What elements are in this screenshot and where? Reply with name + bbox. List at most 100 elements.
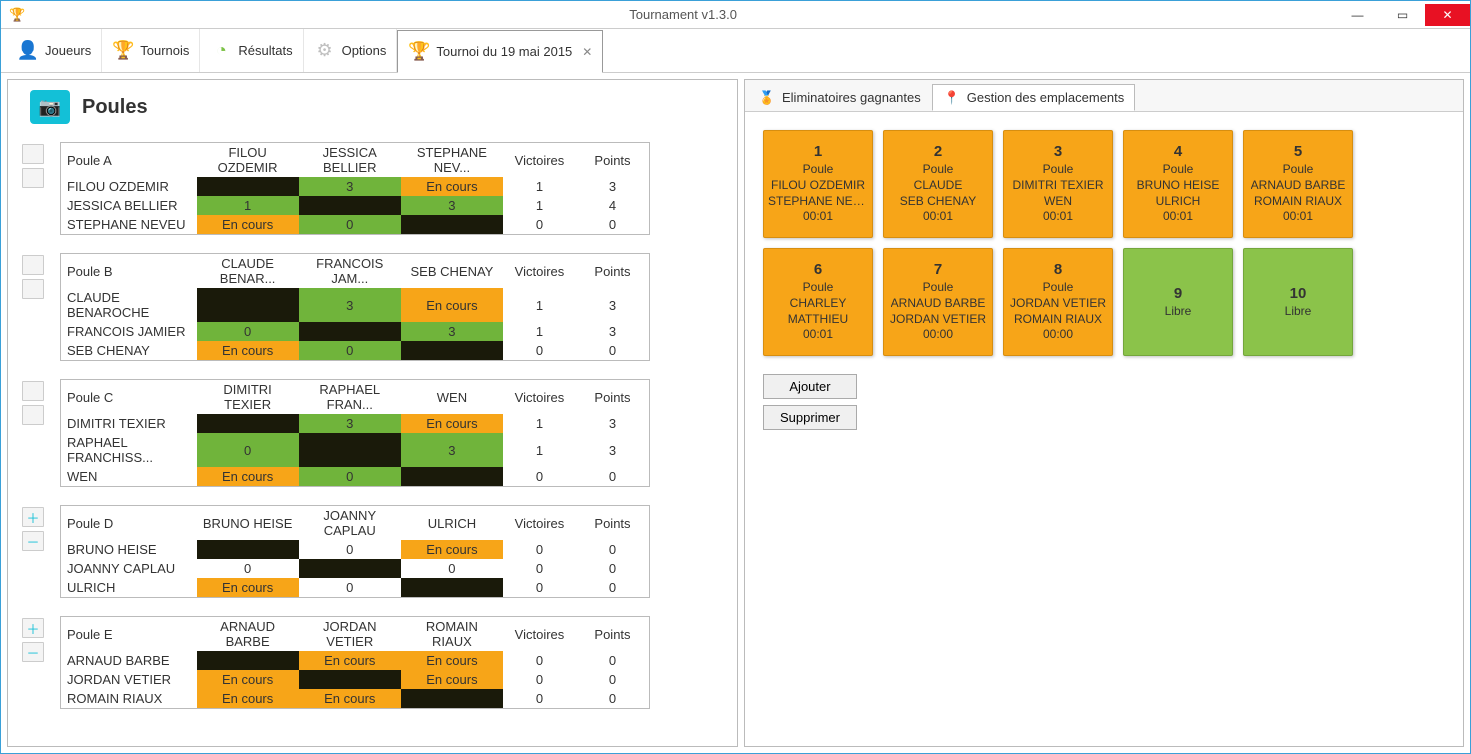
slot-5[interactable]: 5 Poule ARNAUD BARBE ROMAIN RIAUX 00:01 [1243, 130, 1353, 238]
slot-2[interactable]: 2 Poule CLAUDE SEB CHENAY 00:01 [883, 130, 993, 238]
pie-icon: ◔ [210, 40, 232, 62]
score-cell[interactable]: En cours [197, 341, 299, 360]
col-header: FRANCOIS JAM... [299, 254, 401, 288]
main-tab-label: Joueurs [45, 43, 91, 58]
score-cell[interactable]: 0 [299, 341, 401, 360]
victories: 0 [503, 341, 576, 360]
score-cell[interactable] [299, 559, 401, 578]
score-cell[interactable]: 3 [299, 177, 401, 196]
score-cell[interactable] [197, 177, 299, 196]
maximize-button[interactable]: ▭ [1380, 4, 1425, 26]
slot-number: 4 [1174, 143, 1182, 160]
score-cell[interactable]: 0 [197, 322, 299, 341]
player-name: SEB CHENAY [61, 341, 197, 360]
score-cell[interactable]: 3 [401, 196, 503, 215]
side-button[interactable] [22, 381, 44, 401]
score-cell[interactable] [401, 689, 503, 708]
score-cell[interactable]: 0 [299, 467, 401, 486]
score-cell[interactable]: En cours [299, 651, 401, 670]
slot-9[interactable]: 9Libre [1123, 248, 1233, 356]
remove-row-button[interactable]: － [22, 642, 44, 662]
slot-10[interactable]: 10Libre [1243, 248, 1353, 356]
add-slot-button[interactable]: Ajouter [763, 374, 857, 399]
close-tab-icon[interactable]: ✕ [582, 45, 592, 59]
score-cell[interactable] [299, 322, 401, 341]
score-cell[interactable] [197, 651, 299, 670]
main-tab-résultats[interactable]: ◔Résultats [200, 29, 303, 72]
points: 3 [576, 177, 649, 196]
gear-icon: ⚙ [314, 40, 336, 62]
slot-6[interactable]: 6 Poule CHARLEY MATTHIEU 00:01 [763, 248, 873, 356]
add-row-button[interactable]: ＋ [22, 507, 44, 527]
slot-3[interactable]: 3 Poule DIMITRI TEXIER WEN 00:01 [1003, 130, 1113, 238]
add-row-button[interactable]: ＋ [22, 618, 44, 638]
camera-icon[interactable]: 📷 [30, 90, 70, 124]
delete-slot-button[interactable]: Supprimer [763, 405, 857, 430]
slot-timer: 00:00 [1043, 327, 1073, 343]
score-cell[interactable]: En cours [401, 651, 503, 670]
score-cell[interactable]: En cours [197, 670, 299, 689]
slot-4[interactable]: 4 Poule BRUNO HEISE ULRICH 00:01 [1123, 130, 1233, 238]
score-cell[interactable]: En cours [401, 540, 503, 559]
score-cell[interactable]: 0 [401, 559, 503, 578]
score-cell[interactable]: 3 [299, 288, 401, 322]
slot-7[interactable]: 7 Poule ARNAUD BARBE JORDAN VETIER 00:00 [883, 248, 993, 356]
score-cell[interactable] [401, 341, 503, 360]
main-tab-tournois[interactable]: 🏆Tournois [102, 29, 200, 72]
side-button[interactable] [22, 405, 44, 425]
side-button[interactable] [22, 279, 44, 299]
col-points: Points [576, 143, 649, 177]
score-cell[interactable] [197, 414, 299, 433]
side-button[interactable] [22, 144, 44, 164]
score-cell[interactable]: En cours [401, 288, 503, 322]
score-cell[interactable]: 3 [401, 322, 503, 341]
score-cell[interactable] [299, 433, 401, 467]
score-cell[interactable]: En cours [401, 177, 503, 196]
side-button[interactable] [22, 168, 44, 188]
score-cell[interactable] [197, 540, 299, 559]
score-cell[interactable] [299, 670, 401, 689]
slot-player-1: JORDAN VETIER [1010, 296, 1106, 312]
score-cell[interactable]: 0 [197, 433, 299, 467]
col-points: Points [576, 254, 649, 288]
score-cell[interactable] [299, 196, 401, 215]
score-cell[interactable]: 0 [197, 559, 299, 578]
score-cell[interactable]: En cours [197, 578, 299, 597]
remove-row-button[interactable]: － [22, 531, 44, 551]
slot-player-1: BRUNO HEISE [1137, 178, 1220, 194]
score-cell[interactable]: 0 [299, 215, 401, 234]
score-cell[interactable]: En cours [401, 414, 503, 433]
main-tab-joueurs[interactable]: 👤Joueurs [7, 29, 102, 72]
score-cell[interactable]: 0 [299, 578, 401, 597]
points: 3 [576, 322, 649, 341]
slot-1[interactable]: 1 Poule FILOU OZDEMIR STEPHANE NEVEU 00:… [763, 130, 873, 238]
score-cell[interactable] [197, 288, 299, 322]
minimize-button[interactable]: — [1335, 4, 1380, 26]
score-cell[interactable]: 0 [299, 540, 401, 559]
col-header: RAPHAEL FRAN... [299, 380, 401, 414]
right-tab-0[interactable]: 🏅Eliminatoires gagnantes [747, 84, 932, 111]
col-header: BRUNO HEISE [197, 506, 299, 540]
score-cell[interactable] [401, 467, 503, 486]
score-cell[interactable]: En cours [197, 689, 299, 708]
victories: 0 [503, 651, 576, 670]
score-cell[interactable]: En cours [197, 467, 299, 486]
score-cell[interactable]: En cours [197, 215, 299, 234]
right-tab-1[interactable]: 📍Gestion des emplacements [932, 84, 1136, 111]
slot-player-2: MATTHIEU [788, 312, 848, 328]
active-tournament-tab[interactable]: 🏆Tournoi du 19 mai 2015✕ [397, 30, 603, 73]
score-cell[interactable] [401, 215, 503, 234]
main-tab-options[interactable]: ⚙Options [304, 29, 398, 72]
close-button[interactable]: ✕ [1425, 4, 1470, 26]
score-cell[interactable]: 3 [401, 433, 503, 467]
table-row: ULRICHEn cours000 [61, 578, 649, 597]
score-cell[interactable]: 3 [299, 414, 401, 433]
score-cell[interactable] [401, 578, 503, 597]
score-cell[interactable]: En cours [299, 689, 401, 708]
slot-8[interactable]: 8 Poule JORDAN VETIER ROMAIN RIAUX 00:00 [1003, 248, 1113, 356]
points: 3 [576, 414, 649, 433]
score-cell[interactable]: En cours [401, 670, 503, 689]
trophy-icon: 🏆 [408, 41, 430, 63]
side-button[interactable] [22, 255, 44, 275]
score-cell[interactable]: 1 [197, 196, 299, 215]
